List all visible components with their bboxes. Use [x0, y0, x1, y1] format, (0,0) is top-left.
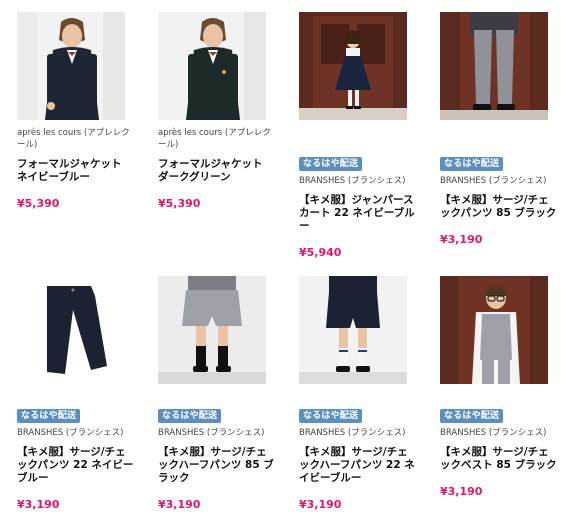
brand-label: après les cours (アプレレクール) [158, 128, 271, 150]
check-half-pants-photo[interactable] [158, 276, 266, 384]
brand-label: BRANSHES (ブランシェス) [440, 428, 547, 438]
brand-label: BRANSHES (ブランシェス) [158, 428, 265, 438]
fast-shipping-badge: なるはや配送 [440, 409, 504, 423]
navy-pants-photo[interactable] [17, 276, 125, 384]
navy-half-pants-photo[interactable] [299, 276, 407, 384]
product-price: ¥3,190 [17, 498, 60, 511]
product-price: ¥3,190 [299, 498, 342, 511]
product-name[interactable]: フォーマルジャケット ネイビーブルー [17, 158, 135, 184]
product-price: ¥5,390 [17, 197, 60, 210]
product-name[interactable]: 【キメ服】サージ/チェックハーフパンツ 85 ブラック [158, 446, 276, 485]
brand-label: BRANSHES (ブランシェス) [299, 428, 406, 438]
brand-label: BRANSHES (ブランシェス) [440, 176, 547, 186]
brand-label: BRANSHES (ブランシェス) [17, 428, 124, 438]
boy-navy-jacket-photo[interactable] [17, 12, 125, 120]
product-price: ¥3,190 [158, 498, 201, 511]
product-name[interactable]: 【キメ服】ジャンパースカート 22 ネイビーブルー [299, 194, 417, 233]
fast-shipping-badge: なるはや配送 [158, 409, 222, 423]
product-price: ¥3,190 [440, 233, 483, 246]
product-name[interactable]: フォーマルジャケット ダークグリーン [158, 158, 276, 184]
boy-check-vest-photo[interactable] [440, 276, 548, 384]
brand-label: BRANSHES (ブランシェス) [299, 176, 406, 186]
girl-jumper-skirt-photo[interactable] [299, 12, 407, 120]
fast-shipping-badge: なるはや配送 [17, 409, 81, 423]
fast-shipping-badge: なるはや配送 [299, 157, 363, 171]
fast-shipping-badge: なるはや配送 [440, 157, 504, 171]
product-price: ¥3,190 [440, 485, 483, 498]
product-name[interactable]: 【キメ服】サージ/チェックパンツ 22 ネイビーブルー [17, 446, 135, 485]
boy-green-jacket-photo[interactable] [158, 12, 266, 120]
check-pants-legs-photo[interactable] [440, 12, 548, 120]
product-name[interactable]: 【キメ服】サージ/チェックベスト 85 ブラック [440, 446, 558, 472]
product-price: ¥5,390 [158, 197, 201, 210]
fast-shipping-badge: なるはや配送 [299, 409, 363, 423]
product-grid: après les cours (アプレレクール) フォーマルジャケット ネイビ… [0, 0, 580, 516]
product-name[interactable]: 【キメ服】サージ/チェックハーフパンツ 22 ネイビーブルー [299, 446, 417, 485]
product-price: ¥5,940 [299, 246, 342, 259]
product-name[interactable]: 【キメ服】サージ/チェックパンツ 85 ブラック [440, 194, 558, 220]
brand-label: après les cours (アプレレクール) [17, 128, 130, 150]
